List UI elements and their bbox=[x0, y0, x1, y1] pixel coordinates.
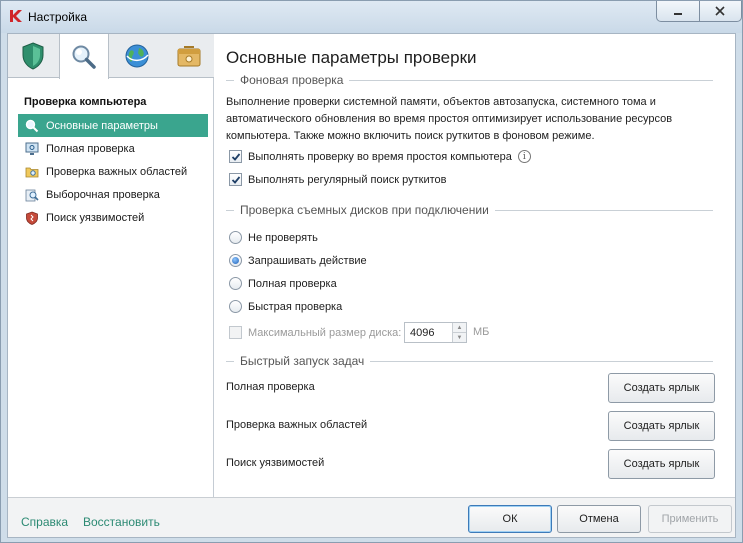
max-size-unit: МБ bbox=[473, 326, 490, 338]
radio-button[interactable] bbox=[229, 277, 242, 290]
removable-option-full-scan[interactable]: Полная проверка bbox=[229, 277, 337, 290]
group-title: Проверка съемных дисков при подключении bbox=[240, 203, 489, 217]
max-size-label: Максимальный размер диска: bbox=[248, 326, 402, 339]
dialog-footer: Справка Восстановить ОК Отмена Применить bbox=[8, 497, 735, 537]
task-label-critical-areas: Проверка важных областей bbox=[226, 419, 368, 431]
page-title: Основные параметры проверки bbox=[226, 48, 477, 67]
settings-window: Настройка Проверка компьютера Основные п… bbox=[0, 0, 743, 543]
settings-content: Основные параметры проверки Фоновая пров… bbox=[226, 34, 731, 497]
removable-option-no-scan[interactable]: Не проверять bbox=[229, 231, 318, 244]
rootkit-scan-option[interactable]: Выполнять регулярный поиск руткитов bbox=[229, 173, 446, 186]
create-shortcut-critical-areas-button[interactable]: Создать ярлык bbox=[608, 411, 715, 441]
removable-option-quick-scan[interactable]: Быстрая проверка bbox=[229, 300, 342, 313]
sidebar-item-label: Основные параметры bbox=[46, 119, 158, 132]
radio-button-selected[interactable] bbox=[229, 254, 242, 267]
sidebar-item-critical-areas[interactable]: Проверка важных областей bbox=[18, 160, 208, 183]
sidebar-item-label: Выборочная проверка bbox=[46, 188, 160, 201]
create-shortcut-full-scan-button[interactable]: Создать ярлык bbox=[608, 373, 715, 403]
ok-button[interactable]: ОК bbox=[468, 505, 552, 533]
radio-label[interactable]: Полная проверка bbox=[248, 278, 337, 290]
rootkit-scan-checkbox[interactable] bbox=[229, 173, 242, 186]
tab-protection[interactable] bbox=[8, 34, 58, 78]
max-size-value: 4096 bbox=[410, 326, 435, 339]
sidebar-item-label: Поиск уязвимостей bbox=[46, 211, 145, 224]
tab-advanced[interactable] bbox=[164, 34, 214, 78]
cancel-button[interactable]: Отмена bbox=[557, 505, 641, 533]
category-tabs bbox=[8, 34, 214, 79]
left-panel: Проверка компьютера Основные параметры П… bbox=[8, 34, 214, 497]
restore-link[interactable]: Восстановить bbox=[83, 515, 160, 529]
info-icon[interactable]: i bbox=[517, 150, 531, 163]
shield-icon bbox=[22, 42, 44, 70]
monitor-scan-icon bbox=[25, 142, 39, 156]
sidebar-item-basic-settings[interactable]: Основные параметры bbox=[18, 114, 208, 137]
client-area: Проверка компьютера Основные параметры П… bbox=[7, 33, 736, 538]
group-title: Быстрый запуск задач bbox=[240, 354, 365, 368]
custom-scan-icon bbox=[25, 188, 39, 202]
group-quick-tasks: Быстрый запуск задач bbox=[226, 354, 713, 368]
magnifier-icon bbox=[72, 45, 96, 69]
minimize-icon[interactable] bbox=[657, 1, 699, 21]
magnifier-icon bbox=[25, 119, 39, 133]
task-label-vulnerability-scan: Поиск уязвимостей bbox=[226, 457, 325, 469]
sidebar-item-label: Проверка важных областей bbox=[46, 165, 188, 178]
section-title: Проверка компьютера bbox=[24, 96, 147, 108]
sidebar-item-custom-scan[interactable]: Выборочная проверка bbox=[18, 183, 208, 206]
sidebar-nav: Основные параметры Полная проверка Прове… bbox=[18, 114, 208, 229]
radio-label[interactable]: Не проверять bbox=[248, 232, 318, 244]
idle-scan-label[interactable]: Выполнять проверку во время простоя комп… bbox=[248, 151, 512, 163]
group-removable-drives: Проверка съемных дисков при подключении bbox=[226, 203, 713, 217]
rootkit-scan-label[interactable]: Выполнять регулярный поиск руткитов bbox=[248, 174, 446, 186]
apply-button: Применить bbox=[648, 505, 732, 533]
window-title: Настройка bbox=[28, 10, 88, 24]
max-size-option: Максимальный размер диска: bbox=[229, 326, 401, 339]
safe-box-icon bbox=[177, 46, 201, 67]
radio-button[interactable] bbox=[229, 300, 242, 313]
background-scan-description: Выполнение проверки системной памяти, об… bbox=[226, 96, 673, 142]
create-shortcut-vulnerability-button[interactable]: Создать ярлык bbox=[608, 449, 715, 479]
help-link[interactable]: Справка bbox=[21, 515, 68, 529]
sidebar-item-label: Полная проверка bbox=[46, 142, 135, 155]
folder-scan-icon bbox=[25, 165, 39, 179]
removable-option-ask[interactable]: Запрашивать действие bbox=[229, 254, 367, 267]
group-background-scan: Фоновая проверка bbox=[226, 73, 713, 87]
max-size-spinbox: 4096 ▲ ▼ bbox=[404, 322, 467, 343]
group-title: Фоновая проверка bbox=[240, 73, 344, 87]
spin-up-icon: ▲ bbox=[453, 323, 466, 332]
title-bar[interactable]: Настройка bbox=[1, 1, 742, 33]
close-icon[interactable] bbox=[698, 1, 741, 21]
tab-update[interactable] bbox=[112, 34, 162, 78]
caption-buttons bbox=[656, 1, 742, 22]
idle-scan-checkbox[interactable] bbox=[229, 150, 242, 163]
radio-button[interactable] bbox=[229, 231, 242, 244]
max-size-checkbox bbox=[229, 326, 242, 339]
spin-down-icon: ▼ bbox=[453, 332, 466, 342]
radio-label[interactable]: Быстрая проверка bbox=[248, 301, 342, 313]
sidebar-item-full-scan[interactable]: Полная проверка bbox=[18, 137, 208, 160]
vulnerability-shield-icon bbox=[25, 211, 39, 225]
idle-scan-option[interactable]: Выполнять проверку во время простоя комп… bbox=[229, 150, 531, 163]
globe-icon bbox=[125, 44, 149, 68]
tab-scan[interactable] bbox=[59, 34, 109, 79]
sidebar-item-vulnerability-scan[interactable]: Поиск уязвимостей bbox=[18, 206, 208, 229]
radio-label[interactable]: Запрашивать действие bbox=[248, 255, 367, 267]
kaspersky-logo-icon bbox=[10, 10, 22, 22]
task-label-full-scan: Полная проверка bbox=[226, 381, 315, 393]
